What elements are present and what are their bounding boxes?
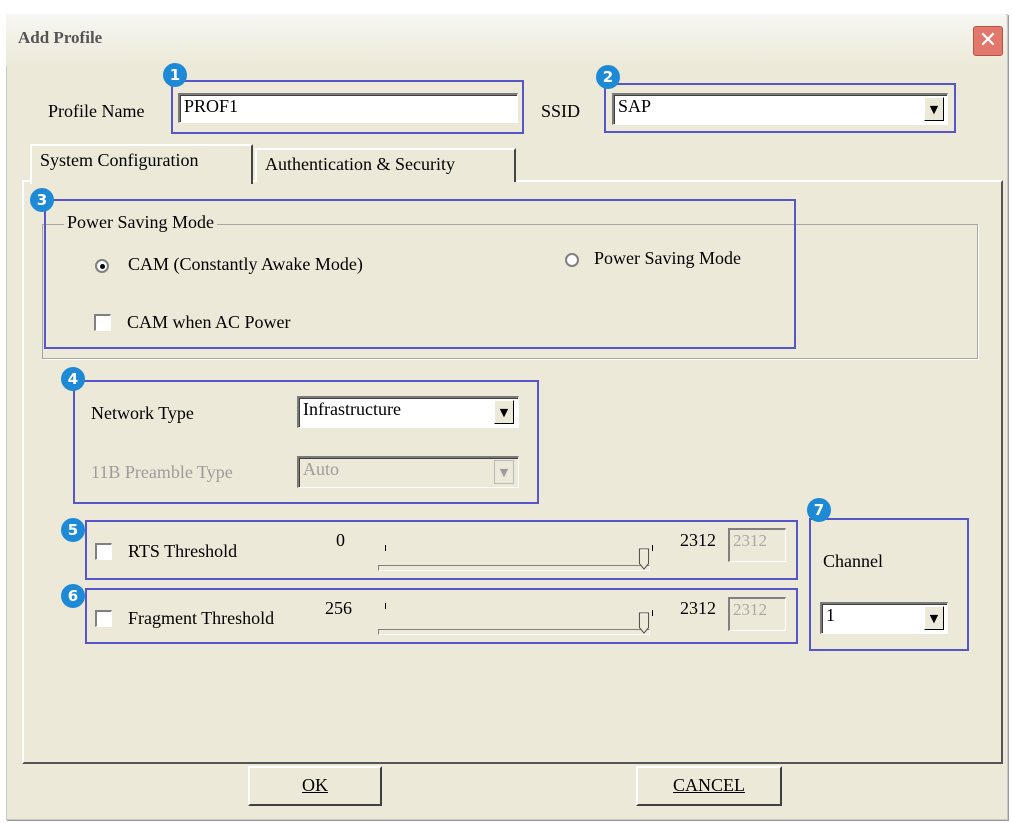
callout-badge-3: 3: [30, 188, 54, 212]
ok-button-label: OK: [302, 775, 328, 795]
close-icon: ✕: [978, 28, 998, 53]
profile-name-label: Profile Name: [48, 101, 145, 121]
highlight-box-2: [604, 83, 956, 133]
callout-badge-6: 6: [61, 584, 85, 608]
ok-button[interactable]: OK: [248, 766, 382, 806]
dialog-title: Add Profile: [18, 28, 103, 47]
cancel-button-label: CANCEL: [673, 775, 745, 795]
close-button[interactable]: ✕: [973, 26, 1003, 56]
callout-badge-4: 4: [61, 367, 85, 391]
tab-authentication-security[interactable]: Authentication & Security: [255, 148, 516, 182]
cancel-button[interactable]: CANCEL: [636, 766, 782, 806]
callout-badge-7: 7: [807, 498, 831, 522]
highlight-box-4: [73, 380, 539, 504]
highlight-box-6: [85, 588, 798, 644]
callout-badge-1: 1: [163, 63, 187, 87]
highlight-box-3: [44, 199, 796, 349]
highlight-box-1: [171, 80, 524, 134]
tab-system-configuration[interactable]: System Configuration: [30, 144, 253, 184]
highlight-box-5: [85, 520, 798, 580]
highlight-box-7: [809, 518, 969, 651]
title-bar: [6, 14, 1006, 66]
ssid-label: SSID: [541, 101, 581, 121]
callout-badge-2: 2: [596, 65, 620, 89]
callout-badge-5: 5: [61, 518, 85, 542]
